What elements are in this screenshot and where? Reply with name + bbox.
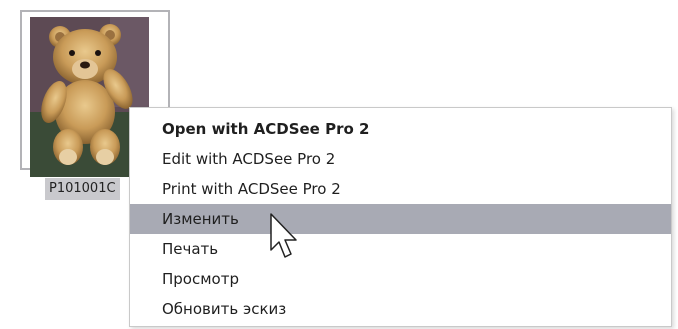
menu-item-preview[interactable]: Просмотр	[130, 264, 671, 294]
file-name-label[interactable]: P101001C	[45, 178, 120, 200]
menu-item-label: Печать	[162, 240, 219, 258]
menu-item-refresh-thumbnail[interactable]: Обновить эскиз	[130, 294, 671, 324]
menu-item-label: Изменить	[162, 210, 239, 228]
menu-item-edit[interactable]: Изменить	[130, 204, 671, 234]
menu-item-print[interactable]: Печать	[130, 234, 671, 264]
desktop: P101001C Open with ACDSee Pro 2 Edit wit…	[0, 0, 678, 329]
menu-item-label: Обновить эскиз	[162, 300, 287, 318]
menu-item-label: Open with ACDSee Pro 2	[162, 120, 370, 138]
menu-item-print-acdsee[interactable]: Print with ACDSee Pro 2	[130, 174, 671, 204]
arrow-cursor-icon	[270, 213, 297, 258]
menu-item-label: Просмотр	[162, 270, 239, 288]
menu-item-edit-acdsee[interactable]: Edit with ACDSee Pro 2	[130, 144, 671, 174]
menu-item-label: Edit with ACDSee Pro 2	[162, 150, 336, 168]
menu-item-open-acdsee[interactable]: Open with ACDSee Pro 2	[130, 114, 671, 144]
menu-item-label: Print with ACDSee Pro 2	[162, 180, 341, 198]
context-menu: Open with ACDSee Pro 2 Edit with ACDSee …	[129, 107, 672, 327]
